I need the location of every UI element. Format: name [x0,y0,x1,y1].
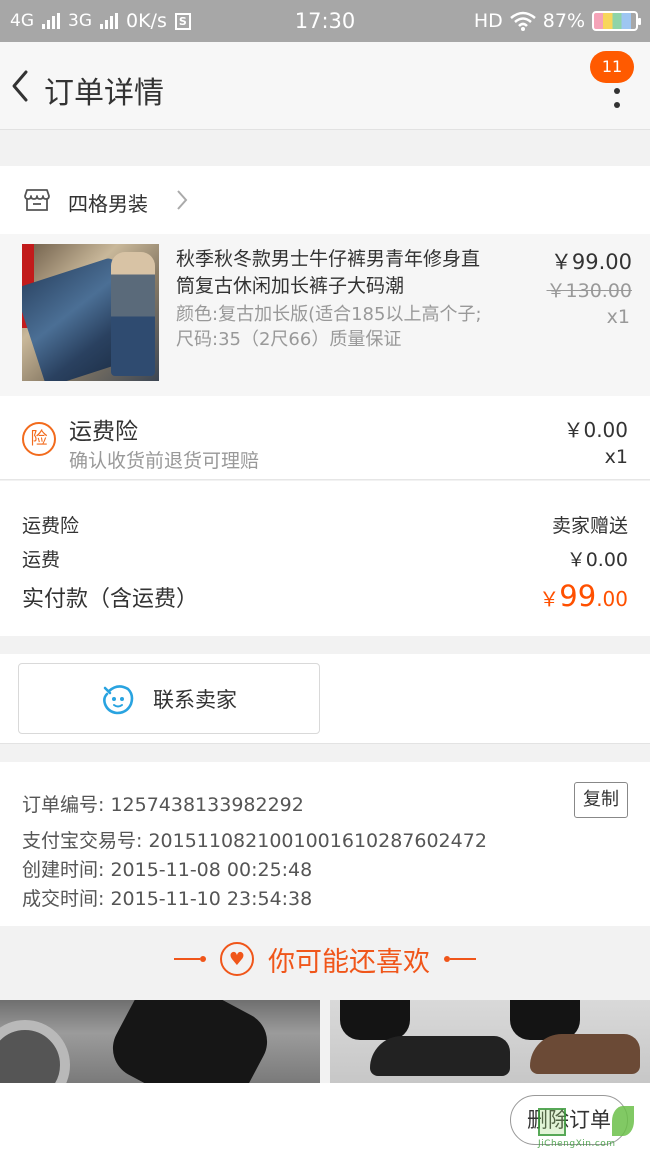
summary-row-shipping: 运费 ￥0.00 [22,545,628,572]
nav-header: 订单详情 11 [0,42,650,130]
shipping-insurance-row: 险 运费险 确认收货前退货可理赔 ￥0.00 x1 [0,396,650,480]
insurance-title: 运费险 [69,419,138,445]
product-original-price: ￥130.00 [546,280,632,302]
product-image[interactable] [22,244,159,381]
order-info: 订单编号: 1257438133982292 复制 支付宝交易号: 201511… [0,762,650,926]
shop-row[interactable]: 四格男装 [0,166,650,234]
completed-time: 成交时间: 2015-11-10 23:54:38 [22,888,313,910]
wangwang-chat-icon [103,684,134,714]
contact-seller-label: 联系卖家 [153,687,237,712]
chevron-right-icon [177,190,188,210]
status-bar: 4G 3G 0K/s S 17:30 HD 87% [0,0,650,42]
insurance-price: ￥0.00 [563,418,628,442]
summary-value: ￥0.00 [566,549,628,571]
summary-row-total: 实付款（含运费） ￥99.00 [22,579,628,613]
signal-icon [42,13,60,29]
battery-icon [592,11,641,31]
insurance-description: 确认收货前退货可理赔 [69,450,260,472]
network-3g-label: 3G [68,11,92,31]
order-number: 订单编号: 1257438133982292 [22,794,304,816]
decorative-line-left [174,956,206,962]
contact-seller-button[interactable]: 联系卖家 [18,663,320,734]
product-spec: 颜色:复古加长版(适合185以上高个子;尺码:35（2尺66）质量保证 [176,304,482,350]
back-button[interactable] [6,66,36,106]
status-right: HD 87% [473,10,641,32]
message-count-badge: 11 [590,51,634,83]
recommended-product[interactable] [0,1000,320,1083]
hd-label: HD [473,10,503,32]
product-price: ￥99.00 [550,250,632,274]
shop-name: 四格男装 [68,192,148,216]
network-4g-label: 4G [10,11,34,31]
heart-icon: ♥ [220,942,254,976]
summary-value: 卖家赠送 [551,515,628,537]
decorative-line-right [444,956,476,962]
created-time: 创建时间: 2015-11-08 00:25:48 [22,859,313,881]
total-label: 实付款（含运费） [22,587,199,612]
page-title: 订单详情 [44,76,164,111]
summary-row-insurance: 运费险 卖家赠送 [22,511,628,538]
recommend-header: ♥ 你可能还喜欢 [0,927,650,991]
alipay-trade-number: 支付宝交易号: 2015110821001001610287602472 [22,830,487,852]
total-decimal: .00 [596,587,628,611]
delete-order-button[interactable]: 删除订单 [510,1095,628,1145]
summary-label: 运费险 [22,515,80,537]
price-summary: 运费险 卖家赠送 运费 ￥0.00 实付款（含运费） ￥99.00 [0,481,650,636]
network-speed: 0K/s [126,10,167,32]
battery-percent: 87% [542,10,585,32]
summary-label: 运费 [22,549,61,571]
total-integer: 99 [559,579,597,613]
bottom-action-bar: 删除订单 [0,1083,650,1155]
status-left: 4G 3G 0K/s S [10,10,270,32]
contact-section: 联系卖家 [0,654,650,744]
total-currency: ￥ [539,587,560,611]
download-icon: S [174,12,191,30]
product-title: 秋季秋冬款男士牛仔裤男青年修身直筒复古休闲加长裤子大码潮 [176,248,481,297]
recommend-title: 你可能还喜欢 [268,946,430,978]
insurance-icon: 险 [22,422,56,456]
recommended-product[interactable] [330,1000,650,1083]
wifi-icon [509,11,536,31]
product-quantity: x1 [606,306,630,328]
signal-icon-2 [100,13,118,29]
shop-icon [24,189,50,211]
insurance-quantity: x1 [604,446,628,468]
copy-button[interactable]: 复制 [574,782,628,818]
total-amount: ￥99.00 [539,579,628,613]
product-item[interactable]: 秋季秋冬款男士牛仔裤男青年修身直筒复古休闲加长裤子大码潮 颜色:复古加长版(适合… [0,234,650,396]
